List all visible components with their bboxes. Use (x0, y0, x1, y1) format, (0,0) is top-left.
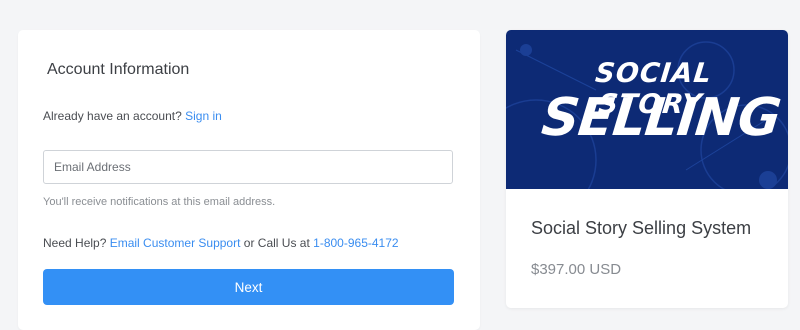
help-prefix: Need Help? (43, 236, 107, 250)
sign-in-link[interactable]: Sign in (185, 109, 222, 123)
next-button[interactable]: Next (43, 269, 454, 305)
product-card: SOCIAL STORY SELLING Social Story Sellin… (506, 30, 788, 308)
email-field[interactable] (43, 150, 453, 184)
account-card: Account Information Already have an acco… (18, 30, 480, 330)
email-support-link[interactable]: Email Customer Support (110, 236, 241, 250)
account-title: Account Information (47, 61, 190, 78)
banner-title-line-2: SELLING (538, 88, 783, 148)
have-account-text: Already have an account? (43, 109, 182, 123)
sign-in-prompt: Already have an account? Sign in (43, 109, 222, 123)
product-name: Social Story Selling System (531, 218, 752, 238)
phone-link[interactable]: 1-800-965-4172 (313, 236, 398, 250)
product-banner: SOCIAL STORY SELLING (506, 30, 788, 189)
email-helper-text: You'll receive notifications at this ema… (43, 196, 276, 208)
help-line: Need Help? Email Customer Support or Cal… (43, 236, 399, 250)
call-text: or Call Us at (243, 236, 310, 250)
product-price: $397.00 USD (531, 261, 622, 278)
